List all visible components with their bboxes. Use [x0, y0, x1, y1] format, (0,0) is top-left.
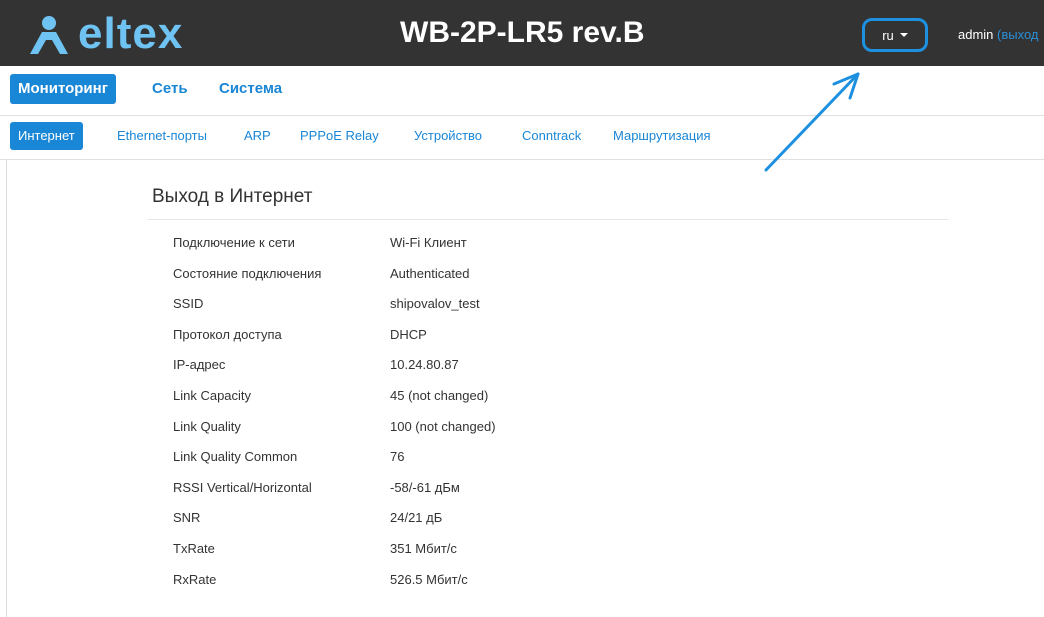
- info-row: Протокол доступа DHCP: [173, 321, 873, 352]
- row-label: Link Quality Common: [173, 449, 298, 465]
- content-left-border: [6, 160, 7, 617]
- info-row: SSID shipovalov_test: [173, 290, 873, 321]
- row-value: 24/21 дБ: [390, 510, 443, 526]
- device-title: WB-2P-LR5 rev.B: [400, 16, 645, 49]
- row-value: Authenticated: [390, 265, 470, 281]
- info-row: Link Quality 100 (not changed): [173, 413, 873, 444]
- row-label: IP-адрес: [173, 357, 226, 373]
- row-value: 76: [390, 449, 405, 465]
- row-label: Link Quality: [173, 418, 241, 434]
- row-label: Протокол доступа: [173, 326, 282, 342]
- subtab-ethernet-ports[interactable]: Ethernet-порты: [117, 122, 207, 150]
- subtab-internet[interactable]: Интернет: [10, 122, 83, 150]
- row-value: DHCP: [390, 326, 427, 342]
- language-label: ru: [882, 27, 894, 43]
- row-value: 100 (not changed): [390, 418, 496, 434]
- subtab-pppoe-relay[interactable]: PPPoE Relay: [300, 122, 379, 150]
- language-dropdown[interactable]: ru: [862, 18, 928, 52]
- row-value: 10.24.80.87: [390, 357, 459, 373]
- tab-monitoring[interactable]: Мониторинг: [10, 74, 116, 104]
- tab-network[interactable]: Сеть: [152, 74, 188, 104]
- row-label: RSSI Vertical/Horizontal: [173, 479, 312, 495]
- top-bar: eltex WB-2P-LR5 rev.B ru admin (выход: [0, 0, 1044, 66]
- nav-divider: [0, 115, 1044, 116]
- row-label: Подключение к сети: [173, 235, 295, 250]
- user-info: admin (выход: [958, 27, 1039, 42]
- username: admin: [958, 27, 994, 42]
- section-title: Выход в Интернет: [152, 186, 313, 207]
- row-label: SNR: [173, 510, 201, 526]
- info-row: Link Capacity 45 (not changed): [173, 382, 873, 413]
- row-value: 526.5 Мбит/с: [390, 571, 468, 587]
- caret-down-icon: [899, 33, 908, 37]
- row-value: -58/-61 дБм: [390, 479, 460, 495]
- row-label: Link Capacity: [173, 387, 252, 403]
- row-label: RxRate: [173, 571, 217, 587]
- eltex-logo-icon: [30, 16, 68, 54]
- row-value: Wi-Fi Клиент: [390, 235, 467, 250]
- subtab-arp[interactable]: ARP: [244, 122, 271, 150]
- subtab-routing[interactable]: Маршрутизация: [613, 122, 711, 150]
- info-row: Подключение к сети Wi-Fi Клиент: [173, 229, 873, 260]
- subtab-conntrack[interactable]: Conntrack: [522, 122, 581, 150]
- info-row: RxRate 526.5 Мбит/с: [173, 566, 873, 597]
- row-label: TxRate: [173, 540, 215, 556]
- info-row: SNR 24/21 дБ: [173, 504, 873, 535]
- subtab-device[interactable]: Устройство: [414, 122, 482, 150]
- logout-link[interactable]: (выход: [997, 27, 1038, 42]
- internet-info-table: Подключение к сети Wi-Fi Клиент Состояние…: [173, 229, 873, 596]
- info-row: IP-адрес 10.24.80.87: [173, 351, 873, 382]
- row-label: Состояние подключения: [173, 265, 322, 281]
- logo-text: eltex: [78, 9, 184, 58]
- tab-system[interactable]: Система: [219, 74, 282, 104]
- row-value: 351 Мбит/с: [390, 540, 457, 556]
- eltex-logo[interactable]: eltex: [26, 9, 246, 58]
- info-row: RSSI Vertical/Horizontal -58/-61 дБм: [173, 474, 873, 505]
- section-divider: [148, 219, 948, 220]
- subnav-divider: [0, 159, 1044, 160]
- row-value: 45 (not changed): [390, 387, 489, 403]
- row-value: shipovalov_test: [390, 296, 480, 312]
- info-row: Link Quality Common 76: [173, 443, 873, 474]
- info-row: Состояние подключения Authenticated: [173, 260, 873, 291]
- info-row: TxRate 351 Мбит/с: [173, 535, 873, 566]
- row-label: SSID: [173, 296, 204, 312]
